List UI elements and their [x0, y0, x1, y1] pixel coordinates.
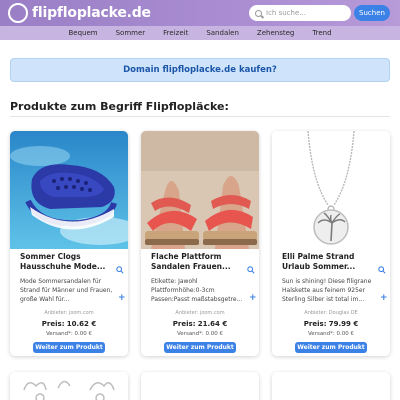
site-logo[interactable]: flipfloplacke.de	[8, 3, 151, 23]
price-label: Preis:	[303, 320, 327, 328]
product-shipping: Versand*: 0.00 €	[176, 331, 224, 337]
site-header: flipfloplacke.de Suchen	[0, 0, 400, 26]
nav-item-bequem[interactable]: Bequem	[68, 29, 97, 37]
site-name: flipfloplacke.de	[32, 5, 151, 21]
zoom-icon[interactable]	[116, 266, 124, 274]
product-image[interactable]	[10, 131, 128, 249]
product-title[interactable]: Elli Palme Strand Urlaub Sommer...	[282, 252, 378, 272]
price-label: Preis:	[41, 320, 65, 328]
product-price: Preis: 79.99 €	[272, 320, 390, 328]
product-description: Sun is shining! Diese filigrane Halskett…	[282, 278, 372, 303]
product-source: Anbieter: joom.com	[175, 310, 225, 316]
logo-icon	[8, 3, 28, 23]
nav-item-trend[interactable]: Trend	[312, 29, 331, 37]
price-value: 10.62 €	[66, 320, 97, 328]
search-icon	[255, 9, 262, 17]
price-value: 21.64 €	[197, 320, 228, 328]
product-price: Preis: 21.64 €	[141, 320, 259, 328]
section-divider	[10, 116, 390, 117]
product-shipping: Versand*: 0.00 €	[307, 331, 355, 337]
expand-plus-icon[interactable]: +	[118, 294, 126, 303]
product-source: Anbieter: Douglas DE	[304, 310, 358, 316]
search-button[interactable]: Suchen	[354, 5, 390, 21]
product-source: Anbieter: joom.com	[44, 310, 94, 316]
product-title[interactable]: Flache Plattform Sandalen Frauen...	[151, 252, 247, 272]
domain-buy-banner[interactable]: Domain flipfloplacke.de kaufen?	[10, 58, 390, 82]
product-card	[141, 372, 259, 400]
nav-item-freizeit[interactable]: Freizeit	[163, 29, 188, 37]
product-image[interactable]	[272, 131, 390, 249]
product-image[interactable]	[10, 372, 128, 400]
to-product-button[interactable]: Weiter zum Produkt	[33, 342, 105, 353]
search-input[interactable]	[266, 9, 346, 17]
category-nav: Bequem Sommer Freizeit Sandalen Zehenste…	[0, 26, 400, 40]
product-image[interactable]	[141, 131, 259, 249]
to-product-button[interactable]: Weiter zum Produkt	[164, 342, 236, 353]
section-title: Produkte zum Begriff Flipflopläcke:	[10, 100, 229, 113]
product-price: Preis: 10.62 €	[10, 320, 128, 328]
product-card: Sommer Clogs Hausschuhe Mode... Mode Som…	[10, 131, 128, 356]
nav-item-sandalen[interactable]: Sandalen	[206, 29, 239, 37]
search-box	[249, 5, 351, 21]
product-card	[272, 372, 390, 400]
product-card: Flache Plattform Sandalen Frauen... Etik…	[141, 131, 259, 356]
expand-plus-icon[interactable]: +	[249, 294, 257, 303]
domain-buy-link[interactable]: Domain flipfloplacke.de kaufen?	[123, 65, 277, 75]
product-title[interactable]: Sommer Clogs Hausschuhe Mode...	[20, 252, 116, 272]
zoom-icon[interactable]	[247, 266, 255, 274]
product-card: Elli Palme Strand Urlaub Sommer... Sun i…	[272, 131, 390, 356]
nav-item-zehensteg[interactable]: Zehensteg	[257, 29, 294, 37]
price-value: 79.99 €	[328, 320, 359, 328]
product-shipping: Versand*: 0.00 €	[45, 331, 93, 337]
expand-plus-icon[interactable]: +	[380, 294, 388, 303]
nav-item-sommer[interactable]: Sommer	[116, 29, 146, 37]
zoom-icon[interactable]	[378, 266, 386, 274]
product-card	[10, 372, 128, 400]
product-description: Etikette: Jawohl Plattformhöhe:0-3cm Pas…	[151, 278, 243, 303]
to-product-button[interactable]: Weiter zum Produkt	[295, 342, 367, 353]
price-label: Preis:	[172, 320, 196, 328]
product-description: Mode Sommersandalen für Strand für Männe…	[20, 278, 113, 303]
